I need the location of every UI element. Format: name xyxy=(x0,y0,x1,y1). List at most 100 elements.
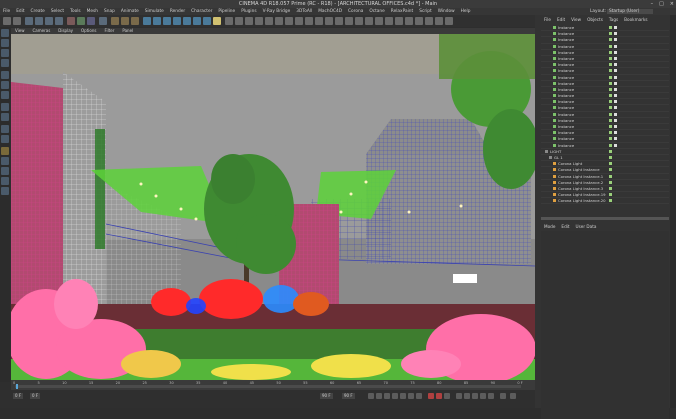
scale-icon[interactable] xyxy=(45,17,53,25)
timeline-track[interactable] xyxy=(15,385,521,388)
visibility-icon[interactable] xyxy=(609,44,612,48)
visibility-icon[interactable] xyxy=(609,50,612,54)
menu-relaxpaint[interactable]: RelaxPaint xyxy=(388,8,416,15)
plugin-icon-16[interactable] xyxy=(385,17,393,25)
min-frame-field[interactable]: 0 F xyxy=(30,393,41,399)
visibility-icon[interactable] xyxy=(609,199,612,203)
plugin-icon-22[interactable] xyxy=(445,17,453,25)
timeline-options-icon[interactable] xyxy=(500,393,506,399)
visibility-icon[interactable] xyxy=(609,168,612,172)
object-list-scrollbar[interactable] xyxy=(541,217,669,220)
make-editable-icon[interactable] xyxy=(1,29,9,37)
tag-icon[interactable] xyxy=(614,112,617,116)
autokey-icon[interactable] xyxy=(436,393,442,399)
lock-workplane-icon[interactable] xyxy=(1,135,9,143)
menu-snap[interactable]: Snap xyxy=(101,8,118,15)
light-icon[interactable] xyxy=(213,17,221,25)
menu-pipeline[interactable]: Pipeline xyxy=(215,8,238,15)
previous-key-icon[interactable] xyxy=(376,393,382,399)
deformer-icon[interactable] xyxy=(183,17,191,25)
plugin-icon-20[interactable] xyxy=(425,17,433,25)
visibility-icon[interactable] xyxy=(609,143,612,147)
menu-render[interactable]: Render xyxy=(167,8,188,15)
next-frame-icon[interactable] xyxy=(400,393,406,399)
maximize-button[interactable]: □ xyxy=(659,0,664,8)
om-menu-tags[interactable]: Tags xyxy=(606,17,621,22)
om-menu-file[interactable]: File xyxy=(541,17,554,22)
scheme-icon[interactable] xyxy=(510,393,516,399)
tag-icon[interactable] xyxy=(614,50,617,54)
paint-icon[interactable] xyxy=(1,167,9,175)
snap-icon[interactable] xyxy=(1,125,9,133)
solo-icon[interactable] xyxy=(1,157,9,165)
live-select-icon[interactable] xyxy=(25,17,33,25)
plugin-icon-4[interactable] xyxy=(265,17,273,25)
cube-icon[interactable] xyxy=(143,17,151,25)
plugin-icon-11[interactable] xyxy=(335,17,343,25)
tag-icon[interactable] xyxy=(614,56,617,60)
camera-icon[interactable] xyxy=(203,17,211,25)
parameter-key-icon[interactable] xyxy=(480,393,486,399)
plugin-icon-6[interactable] xyxy=(285,17,293,25)
plugin-icon-2[interactable] xyxy=(245,17,253,25)
visibility-icon[interactable] xyxy=(609,81,612,85)
menu-vray[interactable]: V-Ray Bridge xyxy=(260,8,294,15)
visibility-icon[interactable] xyxy=(609,125,612,128)
enable-axis-icon[interactable] xyxy=(1,103,9,111)
om-menu-bookmarks[interactable]: Bookmarks xyxy=(621,17,650,22)
next-key-icon[interactable] xyxy=(408,393,414,399)
menu-animate[interactable]: Animate xyxy=(118,8,142,15)
menu-simulate[interactable]: Simulate xyxy=(142,8,167,15)
current-frame-marker[interactable] xyxy=(16,384,18,389)
menu-create[interactable]: Create xyxy=(28,8,48,15)
layer-icon[interactable] xyxy=(1,187,9,195)
menu-plugins[interactable]: Plugins xyxy=(238,8,259,15)
end-frame-field[interactable]: 90 F xyxy=(342,393,355,399)
plugin-icon-10[interactable] xyxy=(325,17,333,25)
menu-3dtoall[interactable]: 3DToAll xyxy=(293,8,315,15)
visibility-icon[interactable] xyxy=(609,131,612,135)
visibility-icon[interactable] xyxy=(609,149,612,153)
visibility-icon[interactable] xyxy=(609,193,612,197)
redo-icon[interactable] xyxy=(13,17,21,25)
tag-icon[interactable] xyxy=(614,137,617,141)
scale-key-icon[interactable] xyxy=(464,393,470,399)
visibility-icon[interactable] xyxy=(609,180,612,184)
workplane-icon[interactable] xyxy=(1,59,9,67)
corona-icon[interactable] xyxy=(225,17,233,25)
texture-mode-icon[interactable] xyxy=(1,49,9,57)
plugin-icon-3[interactable] xyxy=(255,17,263,25)
side-tab-strip[interactable] xyxy=(670,15,676,408)
visibility-icon[interactable] xyxy=(609,137,612,141)
subdivision-icon[interactable] xyxy=(163,17,171,25)
plugin-icon-17[interactable] xyxy=(395,17,403,25)
visibility-icon[interactable] xyxy=(609,26,612,29)
polygons-mode-icon[interactable] xyxy=(1,91,9,99)
points-mode-icon[interactable] xyxy=(1,71,9,79)
y-axis-icon[interactable] xyxy=(77,17,85,25)
list-item[interactable]: Corona Light Instance.20 xyxy=(541,198,669,205)
menu-edit[interactable]: Edit xyxy=(13,8,27,15)
visibility-icon[interactable] xyxy=(609,69,612,73)
visibility-icon[interactable] xyxy=(609,38,612,42)
tag-icon[interactable] xyxy=(614,32,617,36)
render-view-icon[interactable] xyxy=(111,17,119,25)
menu-window[interactable]: Window xyxy=(435,8,458,15)
keyframe-selection-icon[interactable] xyxy=(444,393,450,399)
visibility-icon[interactable] xyxy=(609,118,612,122)
pen-icon[interactable] xyxy=(153,17,161,25)
visibility-icon[interactable] xyxy=(609,162,612,166)
x-axis-icon[interactable] xyxy=(67,17,75,25)
tag-icon[interactable] xyxy=(614,100,617,104)
attribute-manager-area[interactable] xyxy=(541,231,669,419)
om-menu-edit[interactable]: Edit xyxy=(554,17,568,22)
visibility-icon[interactable] xyxy=(609,106,612,110)
previous-frame-icon[interactable] xyxy=(384,393,390,399)
model-mode-icon[interactable] xyxy=(1,39,9,47)
plugin-icon-8[interactable] xyxy=(305,17,313,25)
plugin-icon-12[interactable] xyxy=(345,17,353,25)
go-to-start-icon[interactable] xyxy=(368,393,374,399)
menu-octane[interactable]: Octane xyxy=(366,8,387,15)
rotate-icon[interactable] xyxy=(55,17,63,25)
sculpt-icon[interactable] xyxy=(1,147,9,155)
